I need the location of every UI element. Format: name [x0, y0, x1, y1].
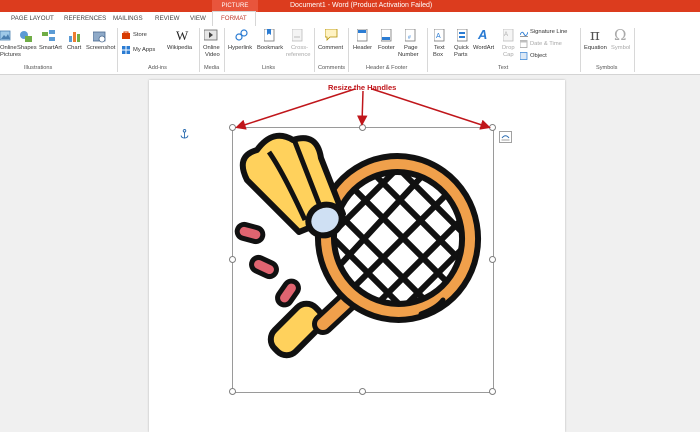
annotation-callout: Resize the Handles	[328, 83, 397, 92]
annotation-arrows	[235, 88, 491, 130]
